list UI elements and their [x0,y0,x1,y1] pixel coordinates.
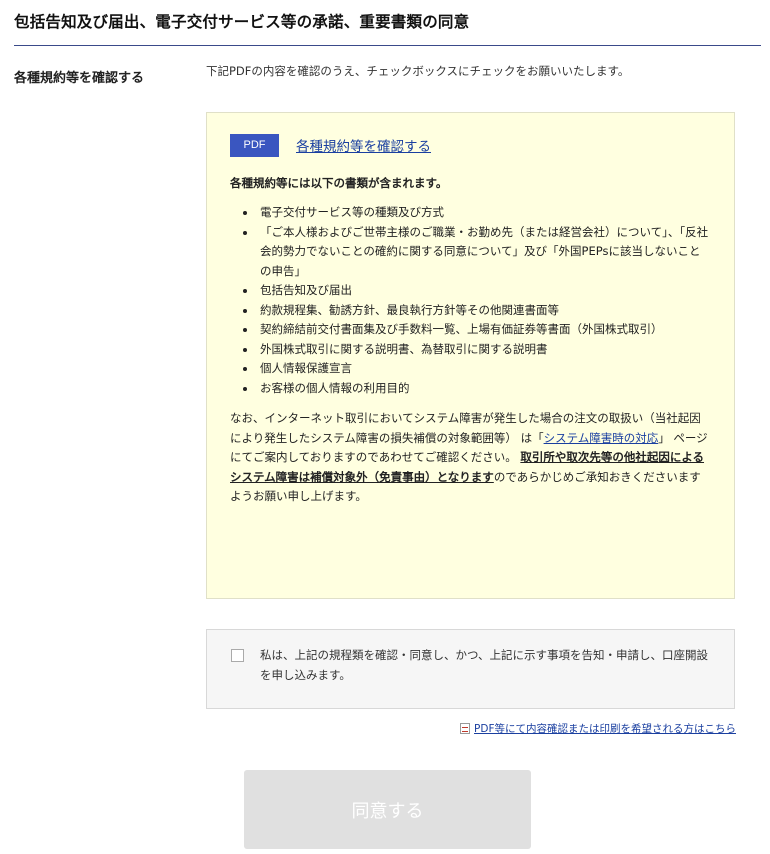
document-item: 電子交付サービス等の種類及び方式 [243,203,710,223]
document-item: 契約締結前交付書面集及び手数料一覧、上場有価証券等書面（外国株式取引） [243,320,710,340]
title-divider [14,45,761,46]
page-title: 包括告知及び届出、電子交付サービス等の承諾、重要書類の同意 [14,13,470,31]
pdf-badge-icon[interactable]: PDF [230,133,279,157]
system-failure-notice: なお、インターネット取引においてシステム障害が発生した場合の注文の取扱い（当社起… [230,409,710,507]
section-label: 各種規約等を確認する [14,71,145,86]
pdf-documents-box: PDF 各種規約等を確認する 各種規約等には以下の書類が含まれます。 電子交付サ… [206,112,735,599]
document-item: 外国株式取引に関する説明書、為替取引に関する説明書 [243,340,710,360]
documents-list: 電子交付サービス等の種類及び方式 「ご本人様およびご世帯主様のご職業・お勤め先（… [230,203,710,398]
section-intro: 下記PDFの内容を確認のうえ、チェックボックスにチェックをお願いいたします。 [206,64,630,78]
document-item: 包括告知及び届出 [243,281,710,301]
pdf-file-icon [460,723,471,734]
document-item: 個人情報保護宣言 [243,359,710,379]
print-link-row: PDF等にて内容確認または印刷を希望される方はこちら [460,721,736,736]
print-request-link[interactable]: PDF等にて内容確認または印刷を希望される方はこちら [474,721,736,736]
agree-checkbox-label[interactable]: 私は、上記の規程類を確認・同意し、かつ、上記に示す事項を告知・申請し、口座開設を… [260,645,710,685]
document-item: 「ご本人様およびご世帯主様のご職業・お勤め先（または経営会社）について」、「反社… [243,223,710,282]
agree-checkbox[interactable] [231,649,244,662]
document-item: 約款規程集、勧誘方針、最良執行方針等その他関連書面等 [243,301,710,321]
document-item: お客様の個人情報の利用目的 [243,379,710,399]
system-failure-link[interactable]: システム障害時の対応 [544,431,659,445]
agreement-box: 私は、上記の規程類を確認・同意し、かつ、上記に示す事項を告知・申請し、口座開設を… [206,629,735,709]
documents-heading: 各種規約等には以下の書類が含まれます。 [230,176,448,190]
terms-pdf-link[interactable]: 各種規約等を確認する [296,135,431,155]
agree-submit-button[interactable]: 同意する [244,770,531,849]
pdf-link-row: PDF 各種規約等を確認する [230,133,710,157]
